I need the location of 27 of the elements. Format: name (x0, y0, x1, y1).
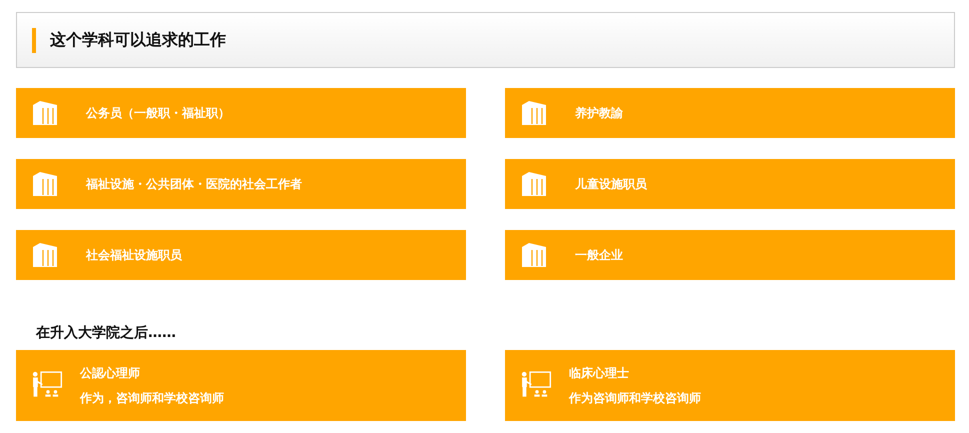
career-card[interactable]: 养护教諭 (505, 88, 955, 138)
section-title: 这个学科可以追求的工作 (50, 30, 226, 50)
career-card[interactable]: 一般企业 (505, 230, 955, 280)
accent-bar (32, 28, 36, 52)
career-card[interactable]: 公务员（一般职・福祉职） (16, 88, 466, 138)
career-title: 临床心理士 (569, 364, 630, 382)
career-title: 一般企业 (575, 246, 623, 264)
section-heading: 在升入大学院之后…… (36, 324, 177, 342)
career-card[interactable]: 社会福祉设施职员 (16, 230, 466, 280)
career-title: 福祉设施・公共团体・医院的社会工作者 (86, 176, 302, 192)
career-card[interactable]: 公認心理师 作为，咨询师和学校咨询师 (16, 350, 466, 421)
building-icon (32, 171, 58, 197)
career-title: 儿童设施职员 (575, 176, 647, 192)
building-icon (32, 242, 58, 268)
building-icon (521, 100, 547, 126)
career-title: 社会福祉设施职员 (86, 246, 182, 264)
career-card[interactable]: 临床心理士 作为咨询师和学校咨询师 (505, 350, 955, 421)
career-title: 公务员（一般职・福祉职） (86, 104, 230, 122)
building-icon (32, 100, 58, 126)
building-icon (521, 242, 547, 268)
career-subtitle: 作为咨询师和学校咨询师 (569, 390, 701, 406)
career-card[interactable]: 福祉设施・公共团体・医院的社会工作者 (16, 159, 466, 209)
career-card[interactable]: 儿童设施职员 (505, 159, 955, 209)
career-title: 养护教諭 (575, 104, 623, 122)
career-title: 公認心理师 (80, 364, 141, 382)
career-subtitle: 作为，咨询师和学校咨询师 (80, 390, 224, 406)
building-icon (521, 171, 547, 197)
